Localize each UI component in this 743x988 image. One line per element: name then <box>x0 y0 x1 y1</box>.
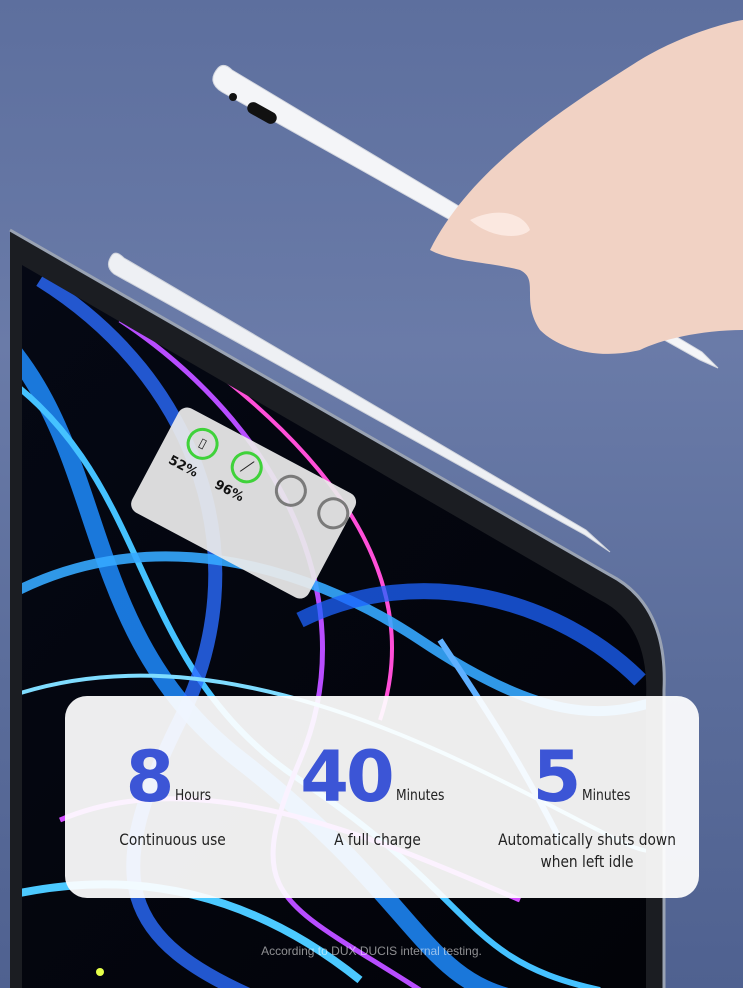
stat-unit: Hours <box>175 786 212 804</box>
product-scene: ▯ 52% ╱ 96% 8 Hours Continuous use 40 Mi… <box>0 0 743 988</box>
pencil-battery-ring: ╱ <box>225 445 269 489</box>
empty-slot-ring <box>269 469 313 513</box>
stat-number: 5 <box>532 736 582 818</box>
stat-auto-off: 5 Minutes Automatically shuts down when … <box>475 696 699 898</box>
tablet-battery-ring: ▯ <box>180 422 225 466</box>
stat-description: Continuous use <box>119 830 226 849</box>
stat-description: A full charge <box>334 830 421 849</box>
stats-card: 8 Hours Continuous use 40 Minutes A full… <box>65 696 699 898</box>
stat-unit: Minutes <box>395 786 445 804</box>
pencil-icon: ╱ <box>239 458 254 476</box>
stat-number: 40 <box>300 736 394 818</box>
stat-number: 8 <box>125 736 175 818</box>
stat-charge: 40 Minutes A full charge <box>280 696 475 898</box>
footnote: According to DUX DUCIS internal testing. <box>261 944 482 958</box>
stat-usage: 8 Hours Continuous use <box>65 696 280 898</box>
tablet-icon: ▯ <box>195 435 210 453</box>
hand <box>430 20 743 354</box>
stat-unit: Minutes <box>582 786 631 804</box>
stat-description: Automatically shuts down when left idle <box>498 830 676 871</box>
